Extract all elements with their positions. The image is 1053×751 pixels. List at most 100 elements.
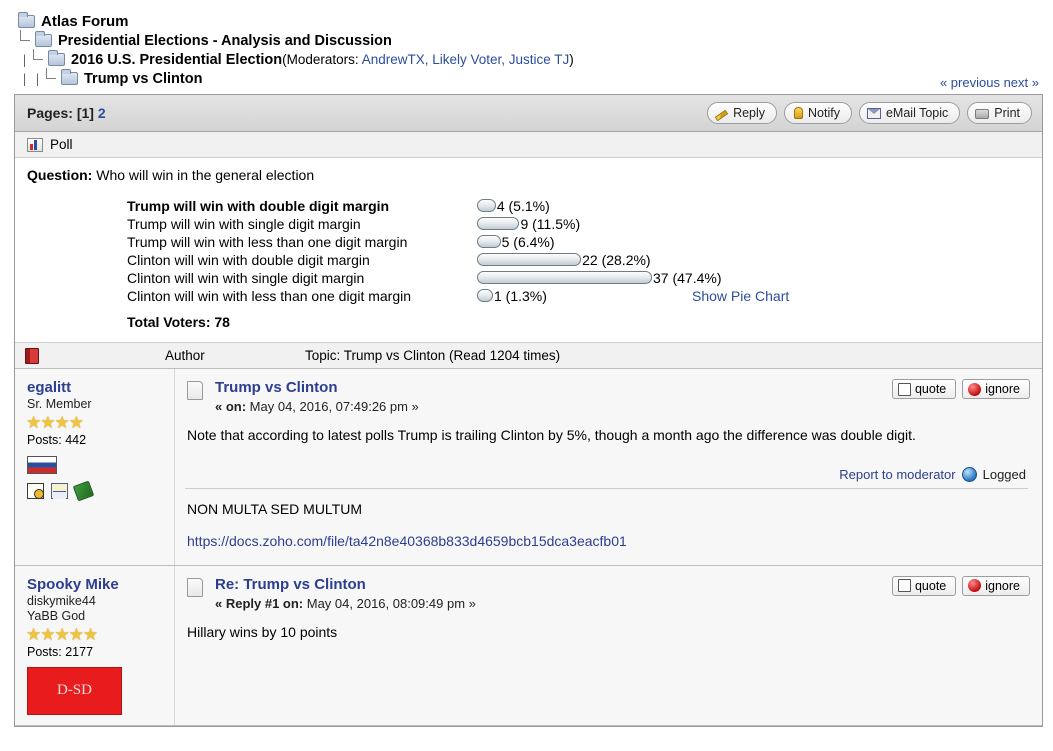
poll-bar: [477, 235, 501, 248]
ignore-button-label: ignore: [985, 579, 1020, 593]
print-button[interactable]: Print: [967, 102, 1032, 124]
quote-icon: [898, 579, 911, 592]
post-author-panel: egalittSr. Member★★★★Posts: 442: [15, 369, 175, 565]
star-icon: ★: [55, 625, 69, 644]
quote-button[interactable]: quote: [892, 576, 956, 596]
post-header: Trump vs Clinton « on: May 04, 2016, 07:4…: [183, 379, 1030, 414]
globe-icon: [962, 467, 977, 482]
post: Spooky Mikediskymike44YaBB God★★★★★Posts…: [15, 566, 1042, 726]
www-icon[interactable]: [73, 481, 94, 502]
envelope-icon: [867, 108, 881, 119]
author-column-label: Author: [165, 348, 305, 363]
breadcrumb-item-subboard[interactable]: | 2016 U.S. Presidential Election (Moder…: [18, 50, 1053, 69]
star-icon: ★: [83, 625, 97, 644]
tree-stem: |: [18, 53, 31, 67]
page-2-link[interactable]: 2: [98, 105, 106, 121]
star-icon: ★: [40, 625, 54, 644]
reply-label: Reply: [733, 106, 765, 120]
poll-option-value: 22 (28.2%): [582, 252, 650, 268]
report-to-moderator-link[interactable]: Report to moderator: [839, 467, 955, 482]
page-current: [1]: [77, 105, 94, 121]
post-list: egalittSr. Member★★★★Posts: 442Trump vs …: [15, 369, 1042, 726]
post-title[interactable]: Trump vs Clinton: [215, 379, 419, 396]
post-title-block: Trump vs Clinton « on: May 04, 2016, 07:4…: [215, 379, 419, 414]
topic-action-buttons: Reply Notify eMail Topic Print: [707, 102, 1032, 124]
star-icon: ★: [26, 625, 40, 644]
breadcrumb-item-board[interactable]: Presidential Elections - Analysis and Di…: [18, 31, 1053, 50]
poll-bar: [477, 199, 496, 212]
post-signature: NON MULTA SED MULTUMhttps://docs.zoho.co…: [183, 489, 1030, 553]
moderators: (Moderators: AndrewTX, Likely Voter, Jus…: [282, 52, 574, 67]
ignore-button[interactable]: ignore: [962, 576, 1030, 596]
tree-stem: |: [31, 72, 44, 86]
email-topic-button[interactable]: eMail Topic: [859, 102, 960, 124]
tree-elbow-icon: [44, 72, 60, 86]
email-icon[interactable]: [51, 483, 68, 499]
bell-icon: [794, 107, 803, 119]
poll-header: Poll: [15, 132, 1042, 158]
post-footer: Report to moderatorLogged: [183, 445, 1030, 488]
poll-option-label: Trump will win with double digit margin: [127, 198, 477, 214]
topic-column-header: Author Topic: Trump vs Clinton (Read 120…: [15, 342, 1042, 369]
author-name[interactable]: egalitt: [27, 379, 174, 396]
star-icon: ★: [55, 413, 69, 432]
post-body-text: Hillary wins by 10 points: [183, 611, 1030, 642]
topic-toolbar: Pages: [1] 2 Reply Notify eMail Topic: [15, 95, 1042, 132]
folder-icon: [35, 34, 52, 47]
ignore-icon: [968, 579, 981, 592]
post-date-prefix: « Reply #1 on:: [215, 596, 303, 611]
tree-elbow-icon: [18, 34, 34, 48]
show-pie-chart-link[interactable]: Show Pie Chart: [692, 288, 789, 304]
star-icon: ★: [40, 413, 54, 432]
tree-elbow-icon: [31, 53, 47, 67]
poll-option-bar-cell: 5 (6.4%): [477, 233, 692, 250]
author-star-rating: ★★★★: [26, 414, 174, 431]
poll-bar: [477, 217, 519, 230]
moderators-links[interactable]: AndrewTX, Likely Voter, Justice TJ: [362, 52, 570, 67]
post-header: Re: Trump vs Clinton« Reply #1 on: May 0…: [183, 576, 1030, 611]
author-alias: diskymike44: [27, 594, 174, 608]
breadcrumb-item-topic[interactable]: | | Trump vs Clinton: [18, 69, 1053, 88]
author-icon-row: [27, 483, 174, 499]
breadcrumb-label: Presidential Elections - Analysis and Di…: [58, 33, 392, 49]
author-post-count: Posts: 2177: [27, 645, 174, 659]
previous-link[interactable]: « previous: [940, 75, 1000, 90]
post-date-prefix: « on:: [215, 399, 246, 414]
reply-button[interactable]: Reply: [707, 102, 777, 124]
question-label: Question:: [27, 167, 92, 183]
post-title[interactable]: Re: Trump vs Clinton: [215, 576, 476, 593]
email-topic-label: eMail Topic: [886, 106, 948, 120]
poll-option-value: 4 (5.1%): [497, 198, 550, 214]
post-date: « on: May 04, 2016, 07:49:26 pm »: [215, 399, 419, 414]
ignore-button[interactable]: ignore: [962, 379, 1030, 399]
notify-button[interactable]: Notify: [784, 102, 852, 124]
author-name[interactable]: Spooky Mike: [27, 576, 174, 593]
print-label: Print: [994, 106, 1020, 120]
ignore-button-label: ignore: [985, 382, 1020, 396]
prev-next-nav: « previous next »: [940, 75, 1039, 90]
author-post-count: Posts: 442: [27, 433, 174, 447]
breadcrumb-item-forum[interactable]: Atlas Forum: [18, 12, 1053, 31]
post-content: Re: Trump vs Clinton« Reply #1 on: May 0…: [175, 566, 1042, 725]
poll-option-bar-cell: 22 (28.2%): [477, 251, 692, 268]
question-text: Who will win in the general election: [96, 167, 314, 183]
poll-option-value: 37 (47.4%): [653, 270, 721, 286]
folder-icon: [18, 15, 35, 28]
forum-page: Atlas Forum Presidential Elections - Ana…: [0, 0, 1053, 751]
poll-option-label: Trump will win with single digit margin: [127, 216, 477, 232]
breadcrumb-label: 2016 U.S. Presidential Election: [71, 52, 282, 68]
topic-container: Pages: [1] 2 Reply Notify eMail Topic: [14, 94, 1043, 727]
folder-icon: [61, 72, 78, 85]
post: egalittSr. Member★★★★Posts: 442Trump vs …: [15, 369, 1042, 566]
quote-icon: [898, 383, 911, 396]
signature-link[interactable]: https://docs.zoho.com/file/ta42n8e40368b…: [187, 533, 627, 549]
poll-option-label: Trump will win with less than one digit …: [127, 234, 477, 250]
total-voters: Total Voters: 78: [127, 314, 1030, 330]
next-link[interactable]: next »: [1004, 75, 1039, 90]
star-icon: ★: [69, 413, 83, 432]
page-icon: [187, 381, 203, 400]
profile-icon[interactable]: [27, 483, 44, 499]
poll-option-bar-cell: 4 (5.1%): [477, 197, 692, 214]
quote-button[interactable]: quote: [892, 379, 956, 399]
tree-stem: |: [18, 72, 31, 86]
